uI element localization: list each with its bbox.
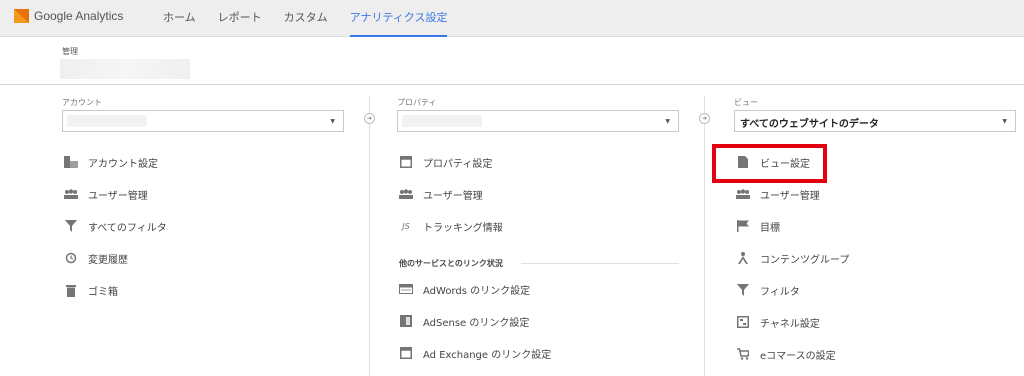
tab-reports[interactable]: レポート bbox=[218, 0, 262, 37]
js-icon: JS bbox=[402, 221, 410, 231]
top-bar: Google Analytics ホーム レポート カスタム アナリティクス設定 bbox=[0, 0, 1024, 37]
property-user-management-item[interactable]: ユーザー管理 bbox=[399, 185, 483, 203]
view-user-management-item[interactable]: ユーザー管理 bbox=[736, 185, 820, 203]
service-links-heading: 他のサービスとのリンク状況 bbox=[399, 259, 503, 268]
trash-item[interactable]: ゴミ箱 bbox=[64, 281, 118, 299]
channel-icon bbox=[736, 315, 750, 329]
channel-settings-label: チャネル設定 bbox=[760, 318, 820, 330]
view-filters-label: フィルタ bbox=[760, 286, 800, 298]
trash-label: ゴミ箱 bbox=[88, 286, 118, 298]
adsense-links-label: AdSense のリンク設定 bbox=[423, 317, 530, 329]
google-analytics-logo[interactable]: Google Analytics bbox=[14, 9, 123, 23]
chevron-down-icon: ▼ bbox=[665, 118, 670, 125]
view-filters-item[interactable]: フィルタ bbox=[736, 281, 800, 299]
property-settings-item[interactable]: プロパティ設定 bbox=[399, 153, 492, 171]
account-settings-item[interactable]: アカウント設定 bbox=[64, 153, 158, 171]
account-settings-label: アカウント設定 bbox=[88, 158, 158, 170]
adsense-icon bbox=[399, 314, 413, 328]
change-history-item[interactable]: 変更履歴 bbox=[64, 249, 128, 267]
redacted-property-value bbox=[402, 115, 482, 127]
property-user-management-label: ユーザー管理 bbox=[423, 190, 483, 202]
view-select[interactable]: すべてのウェブサイトのデータ ▼ bbox=[734, 110, 1016, 132]
flag-icon bbox=[736, 219, 750, 233]
ecommerce-settings-label: eコマースの設定 bbox=[760, 350, 836, 362]
admin-header: 管理 bbox=[0, 37, 1024, 85]
account-column: アカウント ▼ アカウント設定 ユーザー管理 すべてのフィルタ 変更履歴 ゴミ箱 bbox=[0, 85, 369, 376]
chevron-down-icon: ▼ bbox=[330, 118, 335, 125]
person-icon bbox=[736, 251, 750, 265]
users-icon bbox=[736, 187, 750, 201]
adwords-links-label: AdWords のリンク設定 bbox=[423, 285, 531, 297]
account-user-management-label: ユーザー管理 bbox=[88, 190, 148, 202]
view-column: ビュー すべてのウェブサイトのデータ ▼ ビュー設定 ユーザー管理 目標 コンテ… bbox=[704, 85, 1024, 376]
property-label: プロパティ bbox=[397, 98, 437, 107]
view-settings-highlight-box bbox=[712, 144, 827, 183]
account-select[interactable]: ▼ bbox=[62, 110, 344, 132]
admin-label: 管理 bbox=[62, 47, 78, 56]
redacted-account-name bbox=[60, 59, 190, 79]
all-filters-item[interactable]: すべてのフィルタ bbox=[64, 217, 167, 235]
building-icon bbox=[64, 155, 78, 169]
tab-admin[interactable]: アナリティクス設定 bbox=[349, 0, 448, 37]
content-groups-item[interactable]: コンテンツグループ bbox=[736, 249, 849, 267]
property-select[interactable]: ▼ bbox=[397, 110, 679, 132]
adexchange-icon bbox=[399, 346, 413, 360]
tab-custom[interactable]: カスタム bbox=[284, 0, 328, 37]
main-nav: ホーム レポート カスタム アナリティクス設定 bbox=[163, 0, 469, 37]
trash-icon bbox=[64, 283, 78, 297]
view-user-management-label: ユーザー管理 bbox=[760, 190, 820, 202]
window-icon bbox=[399, 155, 413, 169]
adexchange-links-item[interactable]: Ad Exchange のリンク設定 bbox=[399, 344, 551, 362]
redacted-account-value bbox=[67, 115, 147, 127]
history-icon bbox=[64, 251, 78, 265]
users-icon bbox=[64, 187, 78, 201]
content-groups-label: コンテンツグループ bbox=[760, 254, 850, 266]
account-label: アカウント bbox=[62, 98, 102, 107]
account-user-management-item[interactable]: ユーザー管理 bbox=[64, 185, 148, 203]
tracking-info-label: トラッキング情報 bbox=[423, 222, 503, 234]
change-history-label: 変更履歴 bbox=[88, 254, 128, 266]
goals-label: 目標 bbox=[760, 222, 780, 234]
all-filters-label: すべてのフィルタ bbox=[88, 222, 167, 234]
property-column: プロパティ ▼ プロパティ設定 ユーザー管理 JS トラッキング情報 他のサービ… bbox=[369, 85, 704, 376]
adwords-links-item[interactable]: AdWords のリンク設定 bbox=[399, 280, 530, 298]
tab-home[interactable]: ホーム bbox=[163, 0, 196, 37]
property-settings-label: プロパティ設定 bbox=[423, 158, 493, 170]
adsense-links-item[interactable]: AdSense のリンク設定 bbox=[399, 312, 529, 330]
view-select-value: すべてのウェブサイトのデータ bbox=[740, 119, 879, 130]
adexchange-links-label: Ad Exchange のリンク設定 bbox=[423, 349, 552, 361]
users-icon bbox=[399, 187, 413, 201]
filter-icon bbox=[64, 219, 78, 233]
section-divider bbox=[521, 263, 679, 264]
channel-settings-item[interactable]: チャネル設定 bbox=[736, 313, 820, 331]
ecommerce-settings-item[interactable]: eコマースの設定 bbox=[736, 345, 836, 363]
app-name: Google Analytics bbox=[34, 9, 124, 23]
cart-icon bbox=[736, 347, 750, 361]
adwords-icon bbox=[399, 282, 413, 296]
chevron-down-icon: ▼ bbox=[1002, 118, 1007, 125]
view-label: ビュー bbox=[734, 98, 758, 107]
goals-item[interactable]: 目標 bbox=[736, 217, 780, 235]
analytics-logo-icon bbox=[14, 9, 29, 23]
tracking-info-item[interactable]: JS トラッキング情報 bbox=[399, 217, 503, 235]
filter-icon bbox=[736, 283, 750, 297]
